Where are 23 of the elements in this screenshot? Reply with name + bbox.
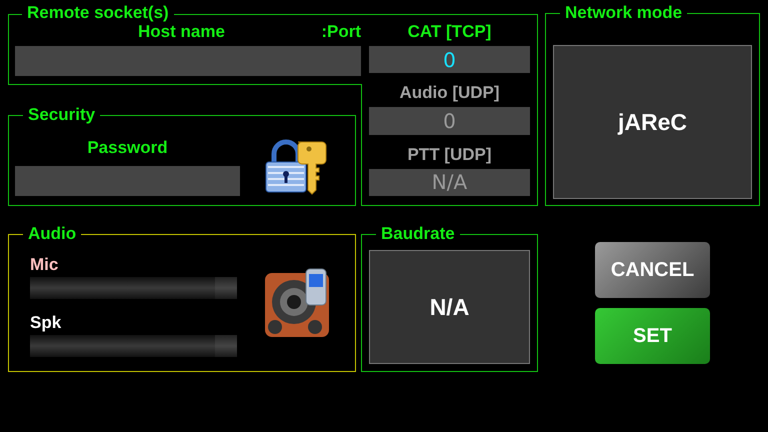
slider-label: Mic: [30, 255, 60, 275]
slider-thumb[interactable]: [215, 277, 237, 299]
port-label: CAT [TCP]: [408, 22, 492, 42]
section-legend: Remote socket(s): [22, 3, 174, 23]
section-legend: Security: [23, 105, 100, 125]
port-label: Audio [UDP]: [399, 83, 500, 104]
slider-thumb[interactable]: [215, 335, 237, 357]
baudrate-selector[interactable]: N/A: [369, 250, 530, 364]
set-button[interactable]: SET: [595, 308, 710, 364]
cancel-button[interactable]: CANCEL: [595, 242, 710, 298]
port-label: PTT [UDP]: [407, 144, 492, 165]
port-field[interactable]: 0: [369, 46, 530, 74]
volume-slider[interactable]: [30, 335, 237, 357]
host-field[interactable]: [15, 46, 361, 76]
host-name-label: Host name: [138, 22, 225, 42]
password-label: Password: [87, 138, 168, 158]
lock-and-key-icon: [264, 138, 328, 196]
slider-label: Spk: [30, 313, 62, 333]
password-field[interactable]: [15, 166, 240, 196]
volume-slider[interactable]: [30, 277, 237, 299]
speaker-phone-icon: [264, 268, 332, 338]
port-label: :Port: [321, 22, 361, 42]
network-mode-selector[interactable]: jAReC: [553, 45, 752, 199]
